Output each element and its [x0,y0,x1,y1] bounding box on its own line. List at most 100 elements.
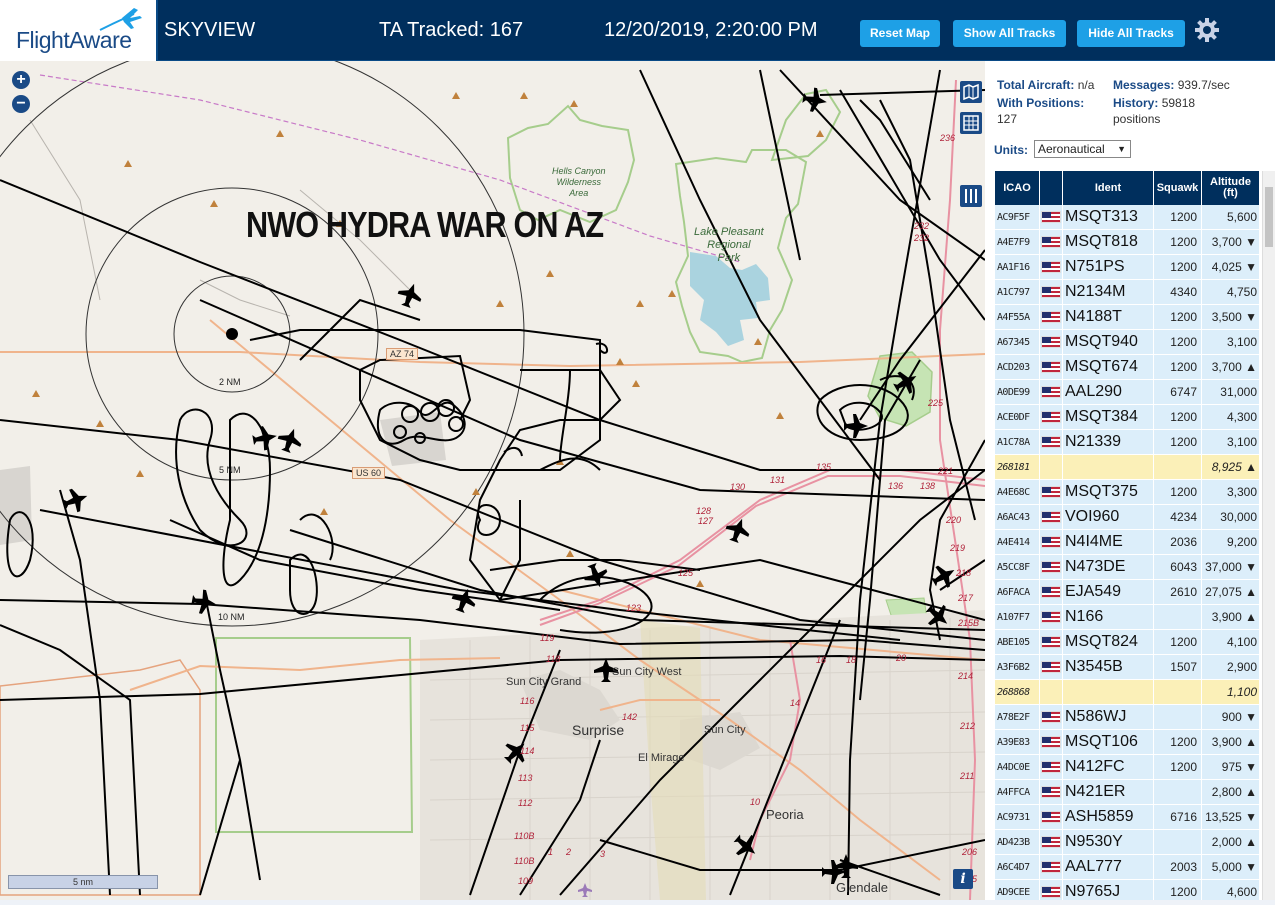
gear-icon[interactable] [1194,17,1220,43]
table-row[interactable]: A4F55A N4188T 1200 3,500 ▼ [995,305,1260,330]
us-flag-icon [1041,836,1061,848]
icao-cell: A3F6B2 [995,655,1040,679]
ident-cell: N421ER [1063,780,1154,804]
table-row[interactable]: ACD203 MSQT674 1200 3,700 ▲ [995,355,1260,380]
chevron-down-icon: ▼ [1117,144,1126,154]
aircraft-panel: Total Aircraft: n/a Messages: 939.7/sec … [985,61,1275,900]
flag-cell [1040,705,1063,729]
table-row[interactable]: A39E83 MSQT106 1200 3,900 ▲ [995,730,1260,755]
panel-toggle-button[interactable] [960,185,982,207]
altitude-cell: 9,200 [1202,530,1260,554]
route-number: 14 [790,698,801,708]
reset-map-button[interactable]: Reset Map [860,20,940,47]
units-label: Units: [994,143,1028,157]
squawk-cell: 2036 [1154,530,1202,554]
table-row[interactable]: AD9CEE N9765J 1200 4,600 [995,880,1260,900]
table-body: AC9F5F MSQT313 1200 5,600 A4E7F9 MSQT818 1200 3… [995,205,1260,900]
table-row[interactable]: A6AC43 VOI960 4234 30,000 [995,505,1260,530]
table-row[interactable]: A4E414 N4I4ME 2036 9,200 [995,530,1260,555]
table-row[interactable]: AA1F16 N751PS 1200 4,025 ▼ [995,255,1260,280]
table-row[interactable]: A1C797 N2134M 4340 4,750 [995,280,1260,305]
table-row[interactable]: A5CC8F N473DE 6043 37,000 ▼ [995,555,1260,580]
us-flag-icon [1041,586,1061,598]
units-select[interactable]: Aeronautical ▼ [1034,140,1131,158]
altitude-cell: 975 ▼ [1202,755,1260,779]
col-icao[interactable]: ICAO [995,171,1040,205]
table-row[interactable]: ABE105 MSQT824 1200 4,100 [995,630,1260,655]
col-ident[interactable]: Ident [1063,171,1154,205]
squawk-cell: 1200 [1154,230,1202,254]
ident-cell: MSQT375 [1063,480,1154,504]
table-row[interactable]: AC9731 ASH5859 6716 13,525 ▼ [995,805,1260,830]
altitude-cell: 3,900 ▲ [1202,605,1260,629]
col-altitude[interactable]: Altitude (ft) [1202,171,1260,205]
show-all-tracks-button[interactable]: Show All Tracks [953,20,1066,47]
route-number: 217 [958,593,974,603]
squawk-cell: 2003 [1154,855,1202,879]
table-row[interactable]: A6FACA EJA549 2610 27,075 ▲ [995,580,1260,605]
route-number: 3 [600,849,606,859]
us-flag-icon [1041,536,1061,548]
flightaware-logo[interactable]: FlightAware [0,0,158,61]
icao-cell: ACE0DF [995,405,1040,429]
ident-cell: AAL290 [1063,380,1154,404]
us-flag-icon [1041,736,1061,748]
flag-cell [1040,830,1063,854]
zoom-in-button[interactable]: + [12,71,30,89]
table-row[interactable]: A4E7F9 MSQT818 1200 3,700 ▼ [995,230,1260,255]
table-row[interactable]: A4DC0E N412FC 1200 975 ▼ [995,755,1260,780]
squawk-cell: 1200 [1154,305,1202,329]
tracked-count: TA Tracked: 167 [379,19,524,41]
map-layers-button[interactable] [960,81,982,103]
grid-button[interactable] [960,112,982,134]
route-number: 114 [520,746,535,756]
squawk-cell: 1200 [1154,430,1202,454]
map-view[interactable]: NWO HYDRA WAR ON AZ Hells Canyon Wildern… [0,61,985,900]
table-scrollbar[interactable] [1262,171,1275,900]
route-number: 214 [958,671,974,681]
altitude-cell: 4,100 [1202,630,1260,654]
altitude-cell: 3,300 [1202,480,1260,504]
route-number: 130 [730,482,746,492]
us-flag-icon [1041,636,1061,648]
squawk-cell: 1200 [1154,330,1202,354]
us-flag-icon [1041,261,1061,273]
scroll-thumb[interactable] [1265,187,1273,247]
table-row[interactable]: AC9F5F MSQT313 1200 5,600 [995,205,1260,230]
ident-cell: N4I4ME [1063,530,1154,554]
table-row[interactable]: A4E68C MSQT375 1200 3,300 [995,480,1260,505]
ident-cell [1063,455,1154,479]
squawk-cell: 6716 [1154,805,1202,829]
table-row[interactable]: A67345 MSQT940 1200 3,100 [995,330,1260,355]
table-row[interactable]: 268181 8,925 ▲ [995,455,1260,480]
table-row[interactable]: A6C4D7 AAL777 2003 5,000 ▼ [995,855,1260,880]
table-row[interactable]: A1C78A N21339 1200 3,100 [995,430,1260,455]
table-row[interactable]: 268868 1,100 [995,680,1260,705]
col-squawk[interactable]: Squawk [1154,171,1202,205]
squawk-cell: 1200 [1154,205,1202,229]
table-row[interactable]: A107F7 N166 3,900 ▲ [995,605,1260,630]
hide-all-tracks-button[interactable]: Hide All Tracks [1077,20,1185,47]
info-button[interactable]: i [953,869,973,889]
table-row[interactable]: A78E2F N586WJ 900 ▼ [995,705,1260,730]
table-row[interactable]: A3F6B2 N3545B 1507 2,900 [995,655,1260,680]
map-canvas[interactable] [0,61,985,900]
ring-label-10nm: 10 NM [218,612,245,622]
icao-cell: AC9731 [995,805,1040,829]
us-flag-icon [1041,561,1061,573]
table-row[interactable]: AD423B N9530Y 2,000 ▲ [995,830,1260,855]
table-row[interactable]: A0DE99 AAL290 6747 31,000 [995,380,1260,405]
icao-cell: A4FFCA [995,780,1040,804]
us-flag-icon [1041,311,1061,323]
altitude-cell: 4,600 [1202,880,1260,900]
col-flag[interactable] [1040,171,1063,205]
ident-cell: MSQT313 [1063,205,1154,229]
zoom-out-button[interactable]: − [12,95,30,113]
flag-cell [1040,230,1063,254]
route-number: 218 [956,568,972,578]
table-row[interactable]: A4FFCA N421ER 2,800 ▲ [995,780,1260,805]
scale-bar: 5 nm [8,875,158,889]
route-number: 110B [514,856,535,866]
route-number: 232 [914,221,930,231]
table-row[interactable]: ACE0DF MSQT384 1200 4,300 [995,405,1260,430]
